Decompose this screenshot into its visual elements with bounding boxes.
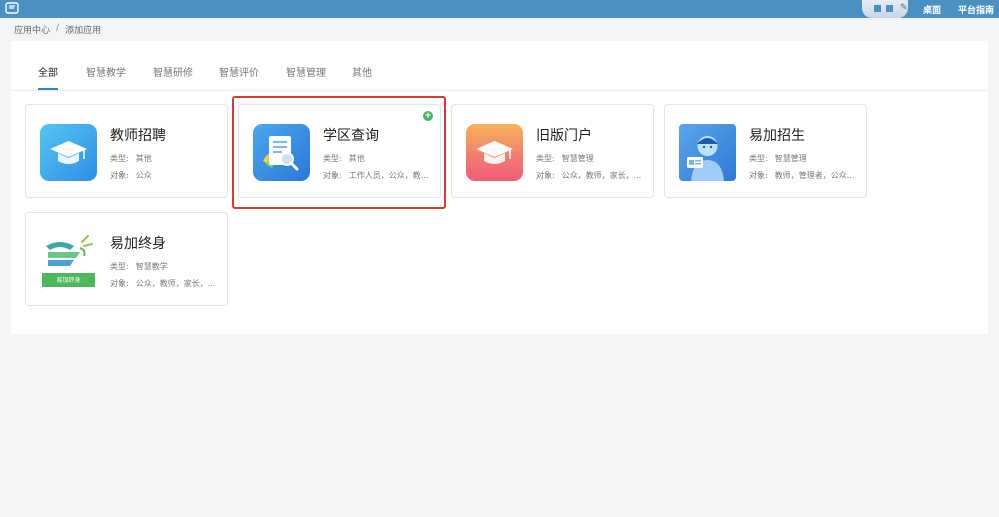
tab-smart-teaching[interactable]: 智慧教学 (86, 64, 126, 79)
yijia-logo-icon: 易加终身 (40, 232, 97, 289)
app-name: 易加终身 (110, 236, 166, 252)
top-bar: ✎ 桌面 平台指南 (0, 0, 999, 18)
graduation-cap-icon (40, 124, 97, 181)
app-name: 易加招生 (749, 128, 805, 144)
app-target: 对象: 教师，管理者，公众... (749, 171, 855, 180)
breadcrumb: 应用中心 / 添加应用 (14, 23, 101, 36)
graduation-cap-icon (466, 124, 523, 181)
tab-smart-training[interactable]: 智慧研修 (153, 64, 193, 79)
app-card-teacher-recruit[interactable]: 教师招聘 类型: 其他 对象: 公众 (25, 104, 228, 198)
app-type: 类型: 其他 (110, 154, 152, 163)
app-target: 对象: 公众，教师，家长，... (110, 279, 216, 288)
app-target: 对象: 公众 (110, 171, 152, 180)
app-name: 旧版门户 (536, 128, 592, 144)
breadcrumb-current: 添加应用 (65, 26, 102, 36)
app-card-legacy-portal[interactable]: 旧版门户 类型: 智慧管理 对象: 公众，教师，家长，... (451, 104, 654, 198)
app-card-yijia-enroll[interactable]: 易加招生 类型: 智慧管理 对象: 教师，管理者，公众... (664, 104, 867, 198)
app-type: 类型: 智慧管理 (536, 154, 594, 163)
app-type: 类型: 智慧教学 (110, 262, 168, 271)
tab-all[interactable]: 全部 (38, 64, 58, 79)
user-avatar[interactable]: ✎ (862, 0, 908, 18)
breadcrumb-separator: / (56, 23, 60, 33)
selection-highlight (232, 96, 446, 209)
guide-link[interactable]: 平台指南 (958, 3, 994, 16)
student-id-icon (679, 124, 736, 181)
tab-smart-management[interactable]: 智慧管理 (286, 64, 326, 79)
app-name: 教师招聘 (110, 128, 166, 144)
breadcrumb-root[interactable]: 应用中心 (14, 23, 50, 36)
active-tab-indicator (38, 88, 58, 90)
yijia-logo-caption: 易加终身 (56, 277, 81, 284)
edit-icon[interactable]: ✎ (900, 3, 908, 13)
desktop-link[interactable]: 桌面 (923, 3, 941, 16)
tab-other[interactable]: 其他 (352, 64, 372, 79)
app-logo-icon[interactable] (5, 2, 19, 14)
category-tabs: 全部 智慧教学 智慧研修 智慧评价 智慧管理 其他 (11, 41, 988, 91)
app-type: 类型: 智慧管理 (749, 154, 807, 163)
app-card-yijia-lifelong[interactable]: 易加终身 易加终身 类型: 智慧教学 对象: 公众，教师，家长，... (25, 212, 228, 306)
app-target: 对象: 公众，教师，家长，... (536, 171, 642, 180)
tab-smart-evaluation[interactable]: 智慧评价 (219, 64, 259, 79)
